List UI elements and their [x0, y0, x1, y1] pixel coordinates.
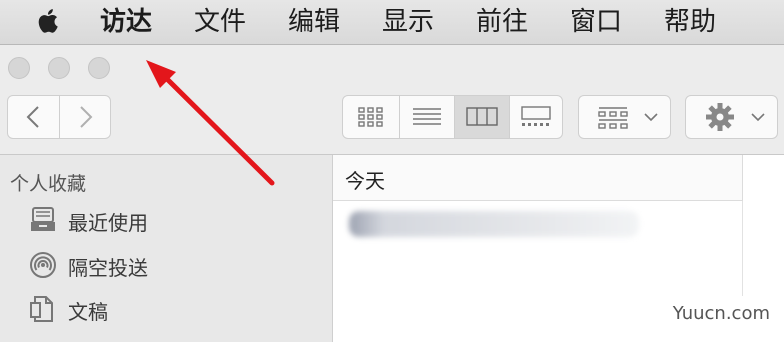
annotation-arrow-icon — [146, 60, 275, 186]
